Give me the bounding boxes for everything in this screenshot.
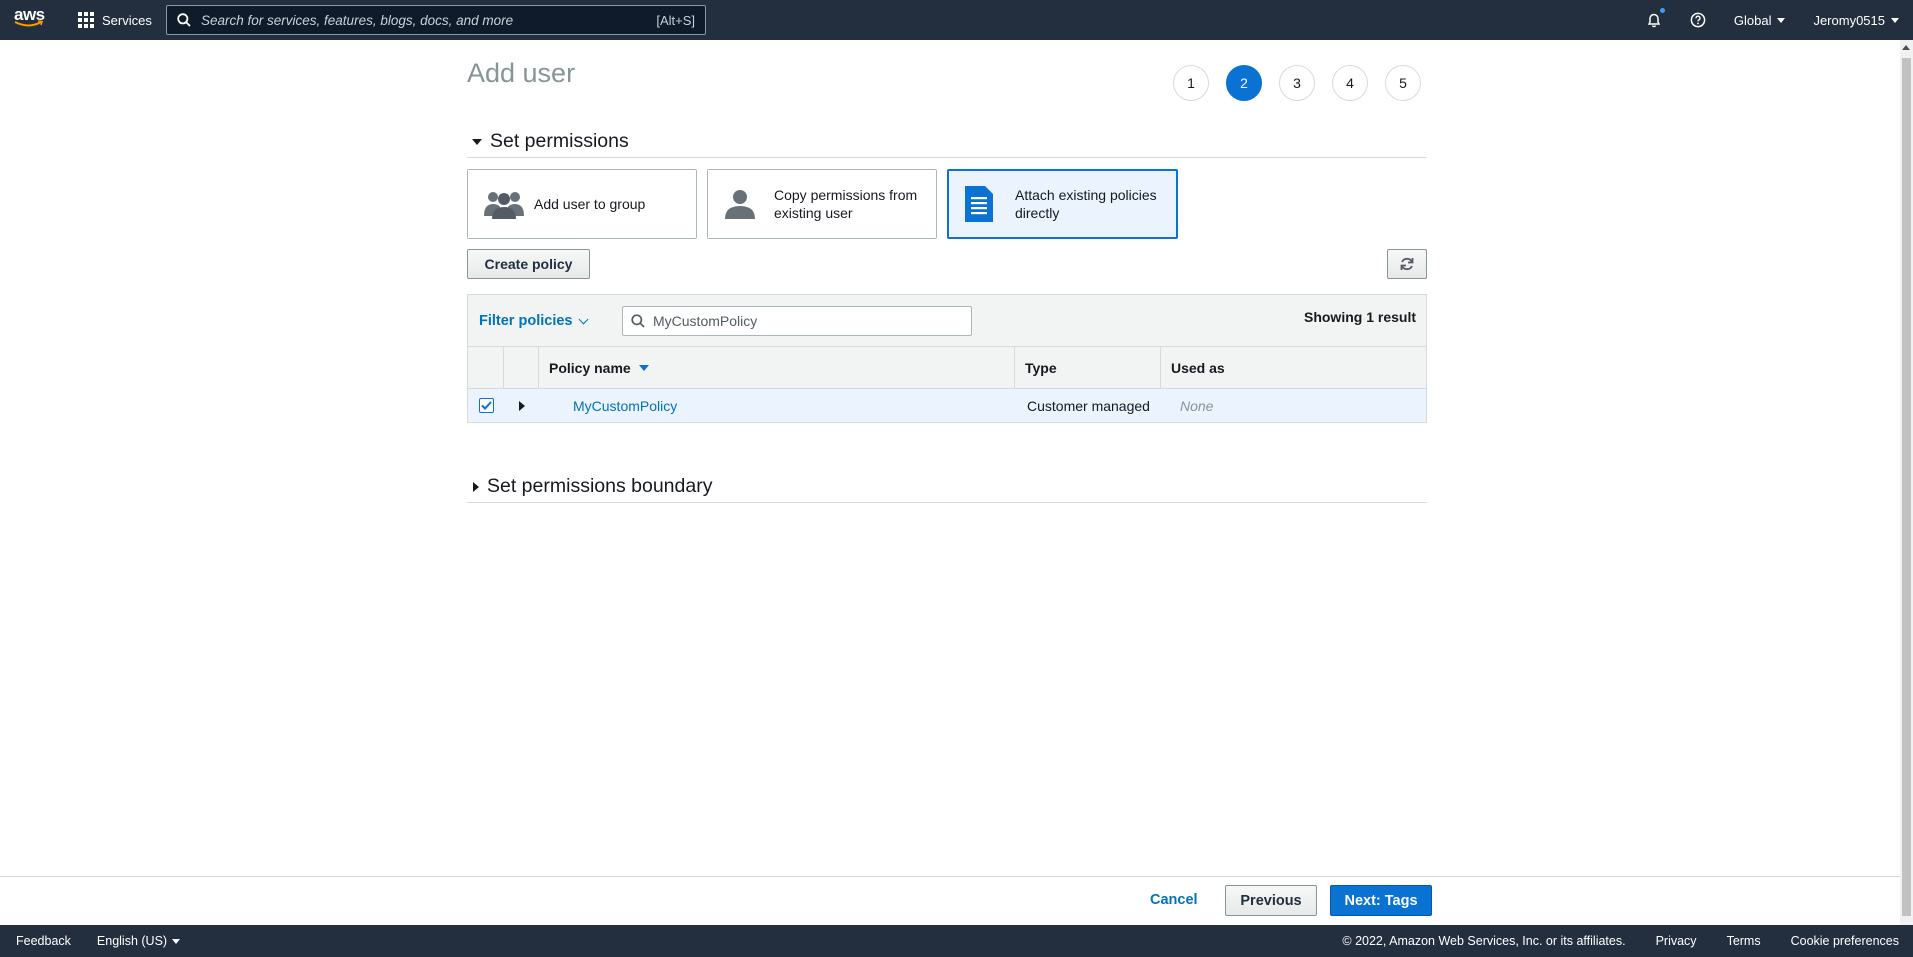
region-label: Global	[1733, 12, 1772, 28]
column-label: Policy name	[549, 359, 631, 376]
option-label: Copy permissions from existing user	[774, 187, 918, 221]
group-icon	[482, 188, 526, 220]
option-attach-policies[interactable]: Attach existing policies directly	[947, 169, 1178, 239]
terms-link[interactable]: Terms	[1727, 934, 1761, 948]
table-row[interactable]: MyCustomPolicy Customer managed None	[468, 389, 1426, 422]
caret-right-icon	[518, 400, 525, 411]
services-label: Services	[102, 12, 152, 28]
region-selector[interactable]: Global	[1720, 0, 1800, 40]
caret-right-icon	[473, 481, 479, 492]
option-add-user-to-group[interactable]: Add user to group	[467, 169, 697, 239]
user-icon	[722, 188, 766, 220]
option-copy-permissions[interactable]: Copy permissions from existing user	[707, 169, 937, 239]
row-expand-button[interactable]	[504, 400, 539, 411]
search-icon	[631, 314, 645, 328]
scroll-up-icon[interactable]	[1902, 45, 1910, 50]
grid-icon	[78, 12, 94, 28]
set-permissions-header[interactable]: Set permissions	[467, 130, 1427, 158]
search-shortcut: [Alt+S]	[656, 12, 695, 28]
select-column-header	[468, 347, 504, 388]
policy-type: Customer managed	[1027, 397, 1150, 414]
scrollbar-thumb[interactable]	[1902, 58, 1911, 916]
account-menu[interactable]: Jeromy0515	[1799, 0, 1913, 40]
help-button[interactable]	[1676, 0, 1720, 40]
step-1[interactable]: 1	[1173, 65, 1209, 101]
cancel-button[interactable]: Cancel	[1150, 892, 1198, 908]
wizard-steps: 1 2 3 4 5	[1173, 65, 1421, 101]
language-selector[interactable]: English (US)	[96, 934, 181, 948]
column-type[interactable]: Type	[1015, 347, 1161, 388]
refresh-icon	[1400, 257, 1414, 271]
result-count: Showing 1 result	[1303, 309, 1416, 325]
row-checkbox[interactable]	[478, 398, 494, 413]
page-scrollbar[interactable]	[1900, 40, 1913, 925]
section-title: Set permissions	[490, 130, 629, 152]
table-header: Policy name Type Used as	[468, 347, 1426, 389]
language-label: English (US)	[96, 934, 168, 948]
policies-table: Filter policies MyCustomPolicy Showing 1…	[467, 294, 1427, 423]
sort-descending-icon	[638, 364, 649, 371]
services-menu-button[interactable]: Services	[78, 0, 152, 40]
option-label: Add user to group	[534, 196, 646, 212]
column-used-as[interactable]: Used as	[1161, 347, 1426, 388]
smile-arrow-icon	[14, 20, 44, 27]
policy-search-input[interactable]: MyCustomPolicy	[622, 306, 972, 336]
page-title: Add user	[467, 58, 576, 88]
step-2[interactable]: 2	[1226, 65, 1262, 101]
filter-label: Filter policies	[479, 313, 573, 329]
wizard-action-bar: Cancel Previous Next: Tags	[0, 876, 1900, 924]
copyright-text: © 2022, Amazon Web Services, Inc. or its…	[1342, 934, 1626, 948]
feedback-link[interactable]: Feedback	[16, 934, 71, 948]
step-3[interactable]: 3	[1279, 65, 1315, 101]
option-label: Attach existing policies directly	[1015, 187, 1157, 221]
column-policy-name[interactable]: Policy name	[539, 347, 1015, 388]
aws-logo[interactable]: aws	[14, 6, 48, 34]
notifications-button[interactable]	[1632, 0, 1676, 40]
column-label: Used as	[1171, 359, 1225, 376]
refresh-button[interactable]	[1387, 249, 1427, 279]
filter-policies-dropdown[interactable]: Filter policies	[479, 313, 589, 329]
set-permissions-boundary-header[interactable]: Set permissions boundary	[467, 475, 1427, 503]
bell-icon	[1647, 13, 1661, 28]
next-tags-button[interactable]: Next: Tags	[1330, 885, 1432, 916]
notification-dot	[1659, 8, 1665, 13]
cookie-preferences-link[interactable]: Cookie preferences	[1791, 934, 1899, 948]
global-search-input[interactable]: Search for services, features, blogs, do…	[166, 5, 706, 35]
privacy-link[interactable]: Privacy	[1656, 934, 1697, 948]
search-icon	[177, 13, 191, 27]
page-footer: Feedback English (US) © 2022, Amazon Web…	[0, 925, 1913, 957]
step-4[interactable]: 4	[1332, 65, 1368, 101]
caret-down-icon	[1777, 17, 1786, 23]
section-title: Set permissions boundary	[487, 475, 713, 497]
help-icon	[1690, 12, 1706, 28]
create-policy-button[interactable]: Create policy	[467, 249, 590, 279]
caret-down-icon	[472, 138, 482, 145]
expand-column-header	[504, 347, 539, 388]
checkmark-icon	[480, 401, 492, 410]
search-placeholder: Search for services, features, blogs, do…	[201, 12, 514, 28]
chevron-down-icon	[579, 314, 589, 324]
column-label: Type	[1025, 359, 1057, 376]
top-navigation: aws Services Search for services, featur…	[0, 0, 1913, 40]
step-5[interactable]: 5	[1385, 65, 1421, 101]
table-filter-bar: Filter policies MyCustomPolicy Showing 1…	[468, 295, 1426, 347]
caret-down-icon	[172, 938, 181, 944]
policy-search-value: MyCustomPolicy	[653, 313, 758, 329]
document-icon	[963, 185, 1007, 223]
caret-down-icon	[1891, 17, 1899, 23]
policy-name-link[interactable]: MyCustomPolicy	[539, 398, 1015, 414]
previous-button[interactable]: Previous	[1225, 885, 1317, 916]
account-label: Jeromy0515	[1813, 12, 1885, 28]
row-select-cell	[468, 398, 504, 413]
policy-used-as: None	[1180, 397, 1214, 414]
